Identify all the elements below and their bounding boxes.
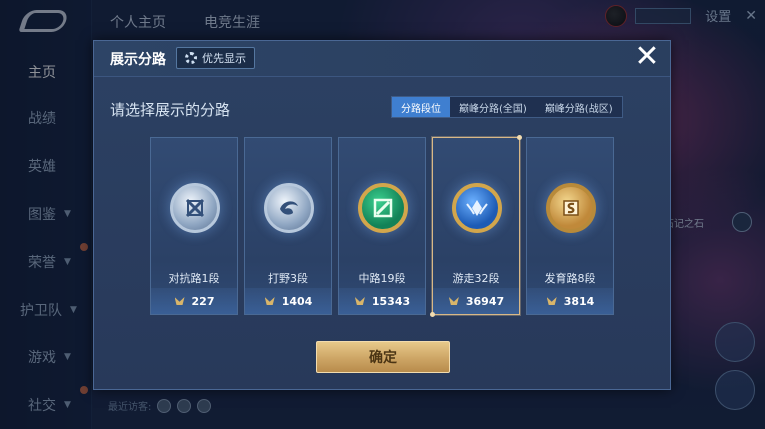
wind-emblem-icon bbox=[264, 183, 314, 233]
lane-name: 发育路8段 bbox=[544, 272, 596, 285]
tab-lane-rank[interactable]: 分路段位 bbox=[392, 97, 450, 117]
wings-icon bbox=[354, 296, 366, 306]
tab-peak-region[interactable]: 巅峰分路(战区) bbox=[536, 97, 622, 117]
priority-display-button[interactable]: 优先显示 bbox=[176, 47, 255, 69]
lane-score: 227 bbox=[151, 288, 237, 314]
dialog-header: 展示分路 优先显示 ✕ bbox=[94, 41, 670, 77]
lane-score: 15343 bbox=[339, 288, 425, 314]
lane-name: 打野3段 bbox=[268, 272, 308, 285]
support-emblem-icon bbox=[452, 183, 502, 233]
wings-icon bbox=[448, 296, 460, 306]
lane-card-jungle[interactable]: 打野3段 1404 bbox=[244, 137, 332, 315]
gear-icon bbox=[185, 52, 197, 64]
lane-type-tabs: 分路段位 巅峰分路(全国) 巅峰分路(战区) bbox=[391, 96, 623, 118]
lane-name: 游走32段 bbox=[452, 272, 500, 285]
lane-card-top[interactable]: 对抗路1段 227 bbox=[150, 137, 238, 315]
wings-icon bbox=[264, 296, 276, 306]
confirm-button[interactable]: 确定 bbox=[316, 341, 450, 373]
dialog-subtitle: 请选择展示的分路 bbox=[110, 101, 231, 119]
lane-card-mid[interactable]: 中路19段 15343 bbox=[338, 137, 426, 315]
score-value: 3814 bbox=[563, 294, 595, 308]
score-value: 1404 bbox=[281, 294, 313, 308]
lane-name: 中路19段 bbox=[358, 272, 406, 285]
score-value: 227 bbox=[191, 294, 215, 308]
score-value: 15343 bbox=[371, 294, 411, 308]
tab-peak-national[interactable]: 巅峰分路(全国) bbox=[450, 97, 536, 117]
lane-score: 1404 bbox=[245, 288, 331, 314]
dialog-title: 展示分路 bbox=[110, 52, 166, 68]
score-value: 36947 bbox=[465, 294, 505, 308]
sword-emblem-icon bbox=[170, 183, 220, 233]
lane-card-adc[interactable]: 发育路8段 3814 bbox=[526, 137, 614, 315]
wings-icon bbox=[174, 296, 186, 306]
lane-score: 3814 bbox=[527, 288, 613, 314]
mage-emblem-icon bbox=[358, 183, 408, 233]
marksman-emblem-icon bbox=[546, 183, 596, 233]
lane-card-support[interactable]: 游走32段 36947 bbox=[430, 135, 522, 317]
priority-label: 优先显示 bbox=[202, 52, 246, 65]
wings-icon bbox=[546, 296, 558, 306]
lane-score: 36947 bbox=[433, 288, 519, 314]
lane-display-dialog: 展示分路 优先显示 ✕ 请选择展示的分路 分路段位 巅峰分路(全国) 巅峰分路(… bbox=[93, 40, 671, 390]
close-icon[interactable]: ✕ bbox=[632, 42, 662, 73]
lane-name: 对抗路1段 bbox=[168, 272, 220, 285]
